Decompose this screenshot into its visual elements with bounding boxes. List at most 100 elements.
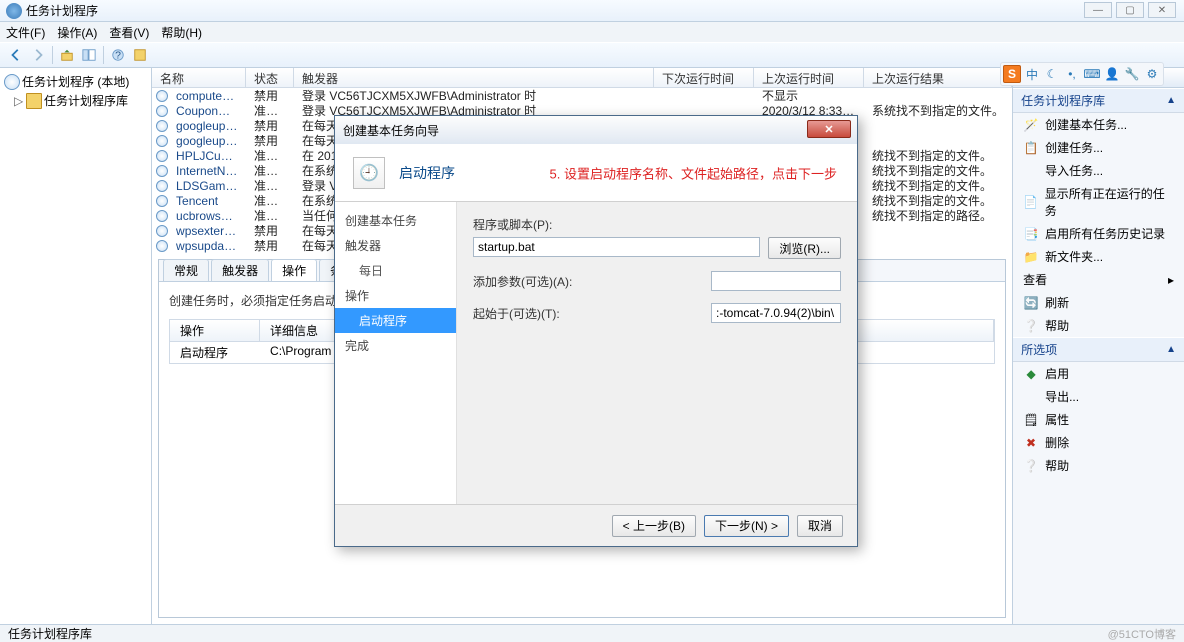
action-new-folder[interactable]: 📁新文件夹...	[1013, 245, 1184, 268]
back-button[interactable]	[6, 45, 26, 65]
task-name: googleupd...	[168, 119, 246, 133]
task-name: googleupd...	[168, 134, 246, 148]
ime-logo-icon[interactable]: S	[1003, 65, 1021, 83]
tree-library[interactable]: ▷ 任务计划程序库	[4, 91, 147, 110]
maximize-button[interactable]: ▢	[1116, 2, 1144, 18]
action-enable[interactable]: ◆启用	[1013, 362, 1184, 385]
action-create-task[interactable]: 📋创建任务...	[1013, 136, 1184, 159]
new-task-icon: 📋	[1023, 140, 1039, 156]
actions-section-library[interactable]: 任务计划程序库▲	[1013, 88, 1184, 113]
action-create-basic[interactable]: 🪄创建基本任务...	[1013, 113, 1184, 136]
task-name: CouponMa...	[168, 104, 246, 118]
menu-help[interactable]: 帮助(H)	[161, 24, 202, 41]
dialog-title-text: 创建基本任务向导	[343, 122, 439, 139]
wizard-nav: 创建基本任务 触发器 每日 操作 启动程序 完成	[335, 202, 457, 504]
back-button[interactable]: < 上一步(B)	[612, 515, 696, 537]
browse-button[interactable]: 浏览(R)...	[768, 237, 841, 259]
nav-trigger[interactable]: 触发器	[335, 233, 456, 258]
navigation-tree: 任务计划程序 (本地) ▷ 任务计划程序库	[0, 68, 152, 624]
task-result: 系统找不到指定的文件。	[864, 102, 1012, 119]
args-label: 添加参数(可选)(A):	[473, 273, 703, 290]
wizard-dialog: 创建基本任务向导 ✕ 🕘 启动程序 5. 设置启动程序名称、文件起始路径，点击下…	[334, 115, 858, 547]
nav-daily[interactable]: 每日	[335, 258, 456, 283]
task-name: Tencent	[168, 194, 246, 208]
refresh-icon: 🔄	[1023, 295, 1039, 311]
program-input[interactable]	[473, 237, 760, 257]
task-icon	[152, 149, 168, 163]
task-name: LDSGame...	[168, 179, 246, 193]
program-label: 程序或脚本(P):	[473, 216, 552, 233]
actions-pane: 操作 任务计划程序库▲ 🪄创建基本任务... 📋创建任务... 导入任务... …	[1013, 68, 1184, 624]
tree-root-label: 任务计划程序 (本地)	[22, 73, 129, 90]
action-delete[interactable]: ✖删除	[1013, 431, 1184, 454]
ime-settings-icon[interactable]: ⚙	[1143, 65, 1161, 83]
cancel-button[interactable]: 取消	[797, 515, 843, 537]
task-icon	[152, 134, 168, 148]
action-help[interactable]: ❔帮助	[1013, 314, 1184, 337]
action-help2[interactable]: ❔帮助	[1013, 454, 1184, 477]
ime-account-icon[interactable]: 👤	[1103, 65, 1121, 83]
menu-view[interactable]: 查看(V)	[109, 24, 149, 41]
import-icon	[1023, 163, 1039, 179]
ime-toolbar[interactable]: S 中 ☾ •, ⌨ 👤 🔧 ⚙	[1000, 62, 1164, 86]
task-list-header: 名称 状态 触发器 下次运行时间 上次运行时间 上次运行结果	[152, 68, 1012, 88]
actions-section-selected[interactable]: 所选项▲	[1013, 337, 1184, 362]
detail-row-action: 启动程序	[170, 342, 260, 363]
task-last: 不显示	[754, 87, 864, 104]
action-view[interactable]: 查看▸	[1013, 268, 1184, 291]
next-button[interactable]: 下一步(N) >	[704, 515, 789, 537]
col-status[interactable]: 状态	[246, 68, 294, 87]
up-button[interactable]	[57, 45, 77, 65]
action-enable-history[interactable]: 📑启用所有任务历史记录	[1013, 222, 1184, 245]
args-input[interactable]	[711, 271, 841, 291]
tab-general[interactable]: 常规	[163, 259, 209, 281]
menu-action[interactable]: 操作(A)	[57, 24, 97, 41]
nav-finish[interactable]: 完成	[335, 333, 456, 358]
task-name: wpsexterna...	[168, 224, 246, 238]
action-show-running[interactable]: 📄显示所有正在运行的任务	[1013, 182, 1184, 222]
nav-start-program[interactable]: 启动程序	[335, 308, 456, 333]
minimize-button[interactable]: —	[1084, 2, 1112, 18]
action-refresh[interactable]: 🔄刷新	[1013, 291, 1184, 314]
tree-root[interactable]: 任务计划程序 (本地)	[4, 72, 147, 91]
forward-button[interactable]	[28, 45, 48, 65]
app-icon	[6, 3, 22, 19]
ime-keyboard-icon[interactable]: ⌨	[1083, 65, 1101, 83]
annotation-text: 5. 设置启动程序名称、文件起始路径，点击下一步	[550, 163, 837, 182]
col-next[interactable]: 下次运行时间	[654, 68, 754, 87]
menu-file[interactable]: 文件(F)	[6, 24, 45, 41]
properties-button[interactable]	[130, 45, 150, 65]
action-export[interactable]: 导出...	[1013, 385, 1184, 408]
show-tree-button[interactable]	[79, 45, 99, 65]
detail-col-action[interactable]: 操作	[170, 320, 260, 341]
help-button[interactable]: ?	[108, 45, 128, 65]
dialog-banner: 🕘 启动程序 5. 设置启动程序名称、文件起始路径，点击下一步	[335, 144, 857, 202]
col-name[interactable]: 名称	[152, 68, 246, 87]
dialog-close-button[interactable]: ✕	[807, 120, 851, 138]
running-icon: 📄	[1023, 194, 1039, 210]
ime-punct-icon[interactable]: •,	[1063, 65, 1081, 83]
expand-icon[interactable]: ▷	[14, 94, 24, 108]
properties-icon: 🗒	[1023, 412, 1039, 428]
action-properties[interactable]: 🗒属性	[1013, 408, 1184, 431]
tab-triggers[interactable]: 触发器	[211, 259, 269, 281]
folder-icon	[26, 93, 42, 109]
enable-icon: ◆	[1023, 366, 1039, 382]
close-button[interactable]: ✕	[1148, 2, 1176, 18]
task-icon	[152, 104, 168, 118]
col-trigger[interactable]: 触发器	[294, 68, 654, 87]
ime-tools-icon[interactable]: 🔧	[1123, 65, 1141, 83]
col-result[interactable]: 上次运行结果	[864, 68, 1012, 87]
nav-create[interactable]: 创建基本任务	[335, 208, 456, 233]
task-row[interactable]: computerz...禁用登录 VC56TJCXM5XJWFB\Adminis…	[152, 88, 1012, 103]
ime-moon-icon[interactable]: ☾	[1043, 65, 1061, 83]
dialog-titlebar[interactable]: 创建基本任务向导 ✕	[335, 116, 857, 144]
tab-actions[interactable]: 操作	[271, 259, 317, 281]
action-import[interactable]: 导入任务...	[1013, 159, 1184, 182]
startin-input[interactable]	[711, 303, 841, 323]
nav-action[interactable]: 操作	[335, 283, 456, 308]
task-icon	[152, 224, 168, 238]
col-last[interactable]: 上次运行时间	[754, 68, 864, 87]
scheduler-icon	[4, 74, 20, 90]
ime-lang-icon[interactable]: 中	[1023, 65, 1041, 83]
